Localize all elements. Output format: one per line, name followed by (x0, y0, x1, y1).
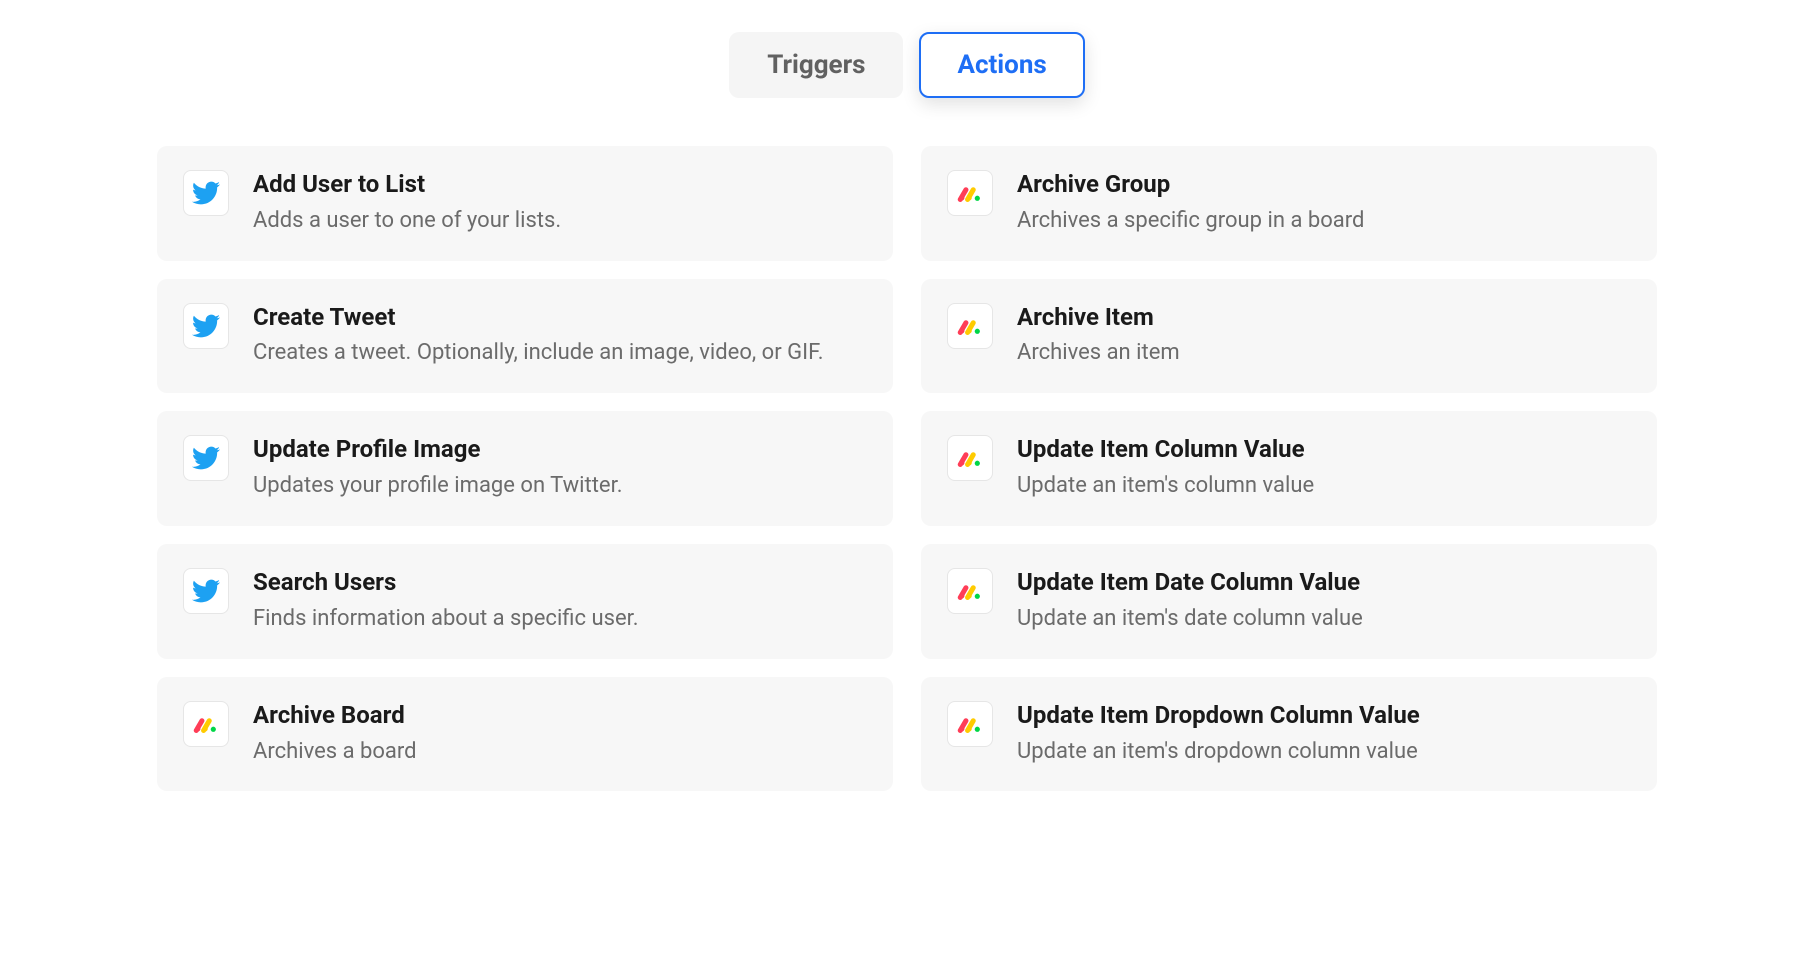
card-content: Create Tweet Creates a tweet. Optionally… (253, 303, 867, 370)
action-card[interactable]: Archive Item Archives an item (921, 279, 1657, 394)
card-title: Search Users (253, 568, 867, 597)
card-title: Create Tweet (253, 303, 867, 332)
card-description: Archives a specific group in a board (1017, 205, 1631, 237)
twitter-icon (183, 435, 229, 481)
action-card[interactable]: Add User to List Adds a user to one of y… (157, 146, 893, 261)
card-title: Update Item Date Column Value (1017, 568, 1631, 597)
card-content: Update Item Dropdown Column Value Update… (1017, 701, 1631, 768)
action-card[interactable]: Update Profile Image Updates your profil… (157, 411, 893, 526)
card-title: Archive Board (253, 701, 867, 730)
card-description: Finds information about a specific user. (253, 603, 867, 635)
monday-icon (947, 701, 993, 747)
monday-icon (947, 170, 993, 216)
action-card[interactable]: Archive Board Archives a board (157, 677, 893, 792)
monday-icon (947, 568, 993, 614)
tab-triggers[interactable]: Triggers (729, 32, 903, 98)
action-card[interactable]: Update Item Column Value Update an item'… (921, 411, 1657, 526)
card-content: Update Profile Image Updates your profil… (253, 435, 867, 502)
card-title: Archive Group (1017, 170, 1631, 199)
card-description: Creates a tweet. Optionally, include an … (253, 337, 867, 369)
card-description: Archives an item (1017, 337, 1631, 369)
card-title: Update Profile Image (253, 435, 867, 464)
monday-icon (947, 303, 993, 349)
cards-grid: Add User to List Adds a user to one of y… (157, 146, 1657, 791)
twitter-icon (183, 568, 229, 614)
action-card[interactable]: Update Item Dropdown Column Value Update… (921, 677, 1657, 792)
card-content: Update Item Date Column Value Update an … (1017, 568, 1631, 635)
action-card[interactable]: Archive Group Archives a specific group … (921, 146, 1657, 261)
card-title: Add User to List (253, 170, 867, 199)
action-card[interactable]: Update Item Date Column Value Update an … (921, 544, 1657, 659)
monday-icon (183, 701, 229, 747)
card-description: Updates your profile image on Twitter. (253, 470, 867, 502)
card-description: Update an item's column value (1017, 470, 1631, 502)
tab-actions[interactable]: Actions (919, 32, 1084, 98)
card-description: Adds a user to one of your lists. (253, 205, 867, 237)
card-description: Update an item's date column value (1017, 603, 1631, 635)
card-title: Update Item Column Value (1017, 435, 1631, 464)
twitter-icon (183, 303, 229, 349)
action-card[interactable]: Search Users Finds information about a s… (157, 544, 893, 659)
card-title: Update Item Dropdown Column Value (1017, 701, 1631, 730)
card-content: Search Users Finds information about a s… (253, 568, 867, 635)
twitter-icon (183, 170, 229, 216)
card-title: Archive Item (1017, 303, 1631, 332)
action-card[interactable]: Create Tweet Creates a tweet. Optionally… (157, 279, 893, 394)
card-content: Add User to List Adds a user to one of y… (253, 170, 867, 237)
card-content: Archive Item Archives an item (1017, 303, 1631, 370)
card-content: Archive Board Archives a board (253, 701, 867, 768)
monday-icon (947, 435, 993, 481)
card-description: Update an item's dropdown column value (1017, 736, 1631, 768)
card-content: Update Item Column Value Update an item'… (1017, 435, 1631, 502)
card-description: Archives a board (253, 736, 867, 768)
card-content: Archive Group Archives a specific group … (1017, 170, 1631, 237)
tabs-container: Triggers Actions (12, 32, 1802, 98)
